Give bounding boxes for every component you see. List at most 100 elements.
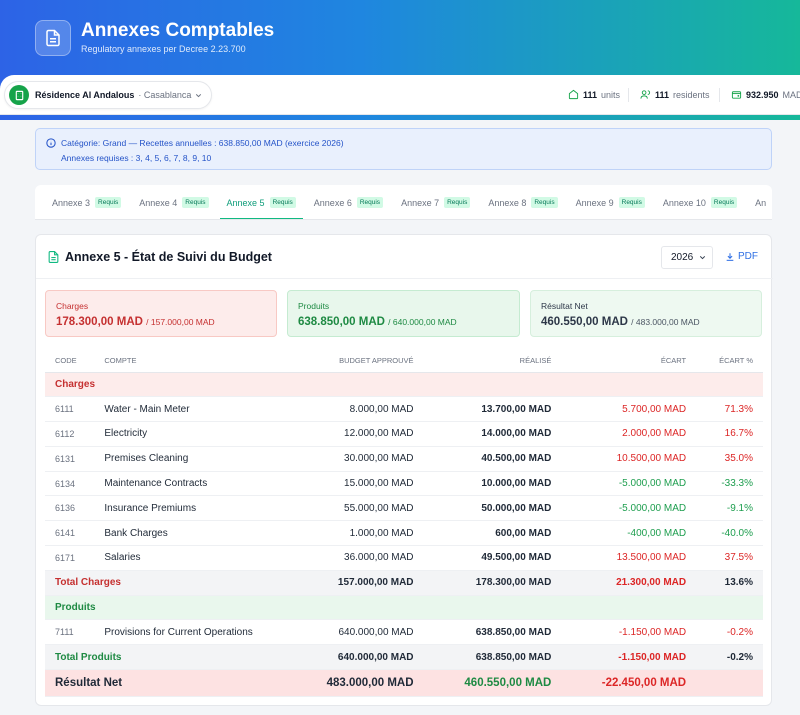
account-code: 6136: [45, 495, 95, 522]
ecart-cell: -5.000,00 MAD: [561, 495, 697, 522]
residents-value: 111: [655, 89, 670, 100]
tab-annexe-9[interactable]: Annexe 9 Requis: [567, 185, 654, 219]
total-ecart: 21.300,00 MAD: [561, 570, 697, 596]
home-icon: [568, 89, 579, 100]
realise-cell: 638.850,00 MAD: [423, 619, 562, 646]
download-icon: [726, 252, 734, 261]
chevron-down-icon: [699, 256, 706, 260]
total-ecart-pct: -0.2%: [696, 644, 763, 671]
residents-label: residents: [673, 89, 710, 100]
building-selector[interactable]: Résidence Al Andalous · Casablanca: [4, 81, 212, 109]
file-text-icon: [48, 251, 59, 263]
account-name: Electricity: [94, 421, 290, 447]
col-ecart: ÉCART: [561, 350, 697, 373]
tab-annexe-6[interactable]: Annexe 6 Requis: [305, 185, 392, 219]
account-code: 6131: [45, 446, 95, 472]
info-banner: Catégorie: Grand — Recettes annuelles : …: [35, 128, 772, 170]
budget-cell: 36.000,00 MAD: [289, 545, 424, 571]
total-realise: 460.550,00 MAD: [423, 669, 562, 698]
ecart-cell: 2.000,00 MAD: [561, 421, 697, 447]
chevron-down-icon: [195, 93, 202, 97]
ecart-pct-cell: -40.0%: [696, 520, 763, 547]
tab-label: Annexe 4: [139, 197, 178, 208]
col-code: CODE: [45, 350, 95, 373]
summary-value: 460.550,00 MAD / 483.000,00 MAD: [541, 316, 751, 328]
card-header: Annexe 5 - État de Suivi du Budget 2026 …: [36, 235, 773, 279]
balance-value: 932.950: [746, 89, 779, 100]
total-label: Résultat Net: [45, 669, 290, 698]
building-city: · Casablanca: [138, 90, 192, 100]
year-select[interactable]: 2026: [661, 246, 713, 269]
account-code: 6112: [45, 421, 95, 447]
account-name: Insurance Premiums: [94, 495, 290, 522]
summary-label: Charges: [56, 301, 89, 311]
tab-annexe-5[interactable]: Annexe 5 Requis: [218, 185, 305, 219]
summary-charges: Charges 178.300,00 MAD / 157.000,00 MAD: [45, 290, 277, 337]
ecart-cell: -5.000,00 MAD: [561, 471, 697, 497]
page-subtitle: Regulatory annexes per Decree 2.23.700: [81, 44, 246, 54]
table-row: 7111 Provisions for Current Operations 640…: [45, 619, 763, 646]
balance-stat: 932.950 MAD: [731, 89, 800, 100]
ecart-pct-cell: 37.5%: [696, 545, 763, 571]
required-badge: Requis: [95, 197, 122, 208]
col-budget: BUDGET APPROUVÉ: [289, 350, 424, 373]
realise-cell: 600,00 MAD: [423, 520, 562, 547]
total-ecart-pct: [696, 669, 763, 698]
total-produits-row: Total Produits 640.000,00 MAD 638.850,00 M…: [45, 644, 763, 671]
account-name: Salaries: [94, 545, 290, 571]
table-body: Charges 6111 Water - Main Meter 8.000,00 MA…: [45, 372, 763, 698]
summary-budget: / 483.000,00 MAD: [631, 317, 700, 327]
units-label: units: [601, 89, 621, 100]
info-required-annexes: Annexes requises : 3, 4, 5, 6, 7, 8, 9, …: [61, 153, 212, 163]
tab-annexe-8[interactable]: Annexe 8 Requis: [479, 185, 566, 219]
tab-label: Annexe 9: [575, 197, 614, 208]
tab-label: Annexe 10: [662, 197, 706, 208]
building-icon: [9, 85, 29, 105]
table-row: 6131 Premises Cleaning 30.000,00 MAD 40.500…: [45, 446, 763, 472]
realise-cell: 50.000,00 MAD: [423, 495, 562, 522]
account-code: 6171: [45, 545, 95, 571]
col-ecart-pct: ÉCART %: [696, 350, 763, 373]
ecart-cell: 10.500,00 MAD: [561, 446, 697, 472]
tab-annexe-11[interactable]: An: [746, 185, 772, 219]
required-badge: Requis: [531, 197, 558, 208]
users-icon: [640, 90, 651, 99]
tab-label: Annexe 3: [52, 197, 91, 208]
budget-cell: 12.000,00 MAD: [289, 421, 424, 447]
ecart-cell: -1.150,00 MAD: [561, 619, 697, 646]
total-budget: 640.000,00 MAD: [289, 644, 424, 671]
annex-tabs: Annexe 3 Requis Annexe 4 Requis Annexe 5 Requ…: [35, 185, 772, 220]
budget-cell: 30.000,00 MAD: [289, 446, 424, 472]
account-code: 7111: [45, 619, 95, 646]
ecart-cell: 13.500,00 MAD: [561, 545, 697, 571]
tab-annexe-10[interactable]: Annexe 10 Requis: [654, 185, 746, 219]
card-title: Annexe 5 - État de Suivi du Budget: [65, 250, 272, 264]
summary-budget: / 640.000,00 MAD: [388, 317, 457, 327]
section-produits: Produits: [45, 595, 763, 621]
table-row: 6141 Bank Charges 1.000,00 MAD 600,00 MAD -4…: [45, 520, 763, 547]
budget-cell: 15.000,00 MAD: [289, 471, 424, 497]
summary-value: 178.300,00 MAD / 157.000,00 MAD: [56, 316, 266, 328]
col-realise: RÉALISÉ: [423, 350, 562, 373]
info-icon: [46, 138, 56, 148]
divider: [628, 88, 629, 102]
ecart-cell: 5.700,00 MAD: [561, 396, 697, 423]
tab-annexe-7[interactable]: Annexe 7 Requis: [392, 185, 479, 219]
ecart-cell: -400,00 MAD: [561, 520, 697, 547]
total-budget: 483.000,00 MAD: [289, 669, 424, 698]
pdf-label: PDF: [738, 251, 758, 262]
budget-cell: 640.000,00 MAD: [289, 619, 424, 646]
total-realise: 638.850,00 MAD: [423, 644, 562, 671]
document-icon: [35, 20, 71, 56]
pdf-download-button[interactable]: PDF: [725, 251, 758, 262]
budget-cell: 55.000,00 MAD: [289, 495, 424, 522]
tab-annexe-3[interactable]: Annexe 3 Requis: [43, 185, 130, 219]
total-ecart: -1.150,00 MAD: [561, 644, 697, 671]
units-stat: 111 units: [568, 89, 620, 100]
tab-annexe-4[interactable]: Annexe 4 Requis: [130, 185, 217, 219]
total-ecart: -22.450,00 MAD: [561, 669, 697, 698]
total-charges-row: Total Charges 157.000,00 MAD 178.300,00 MA…: [45, 570, 763, 596]
summary-budget: / 157.000,00 MAD: [146, 317, 215, 327]
total-label: Total Produits: [45, 644, 290, 671]
budget-cell: 1.000,00 MAD: [289, 520, 424, 547]
